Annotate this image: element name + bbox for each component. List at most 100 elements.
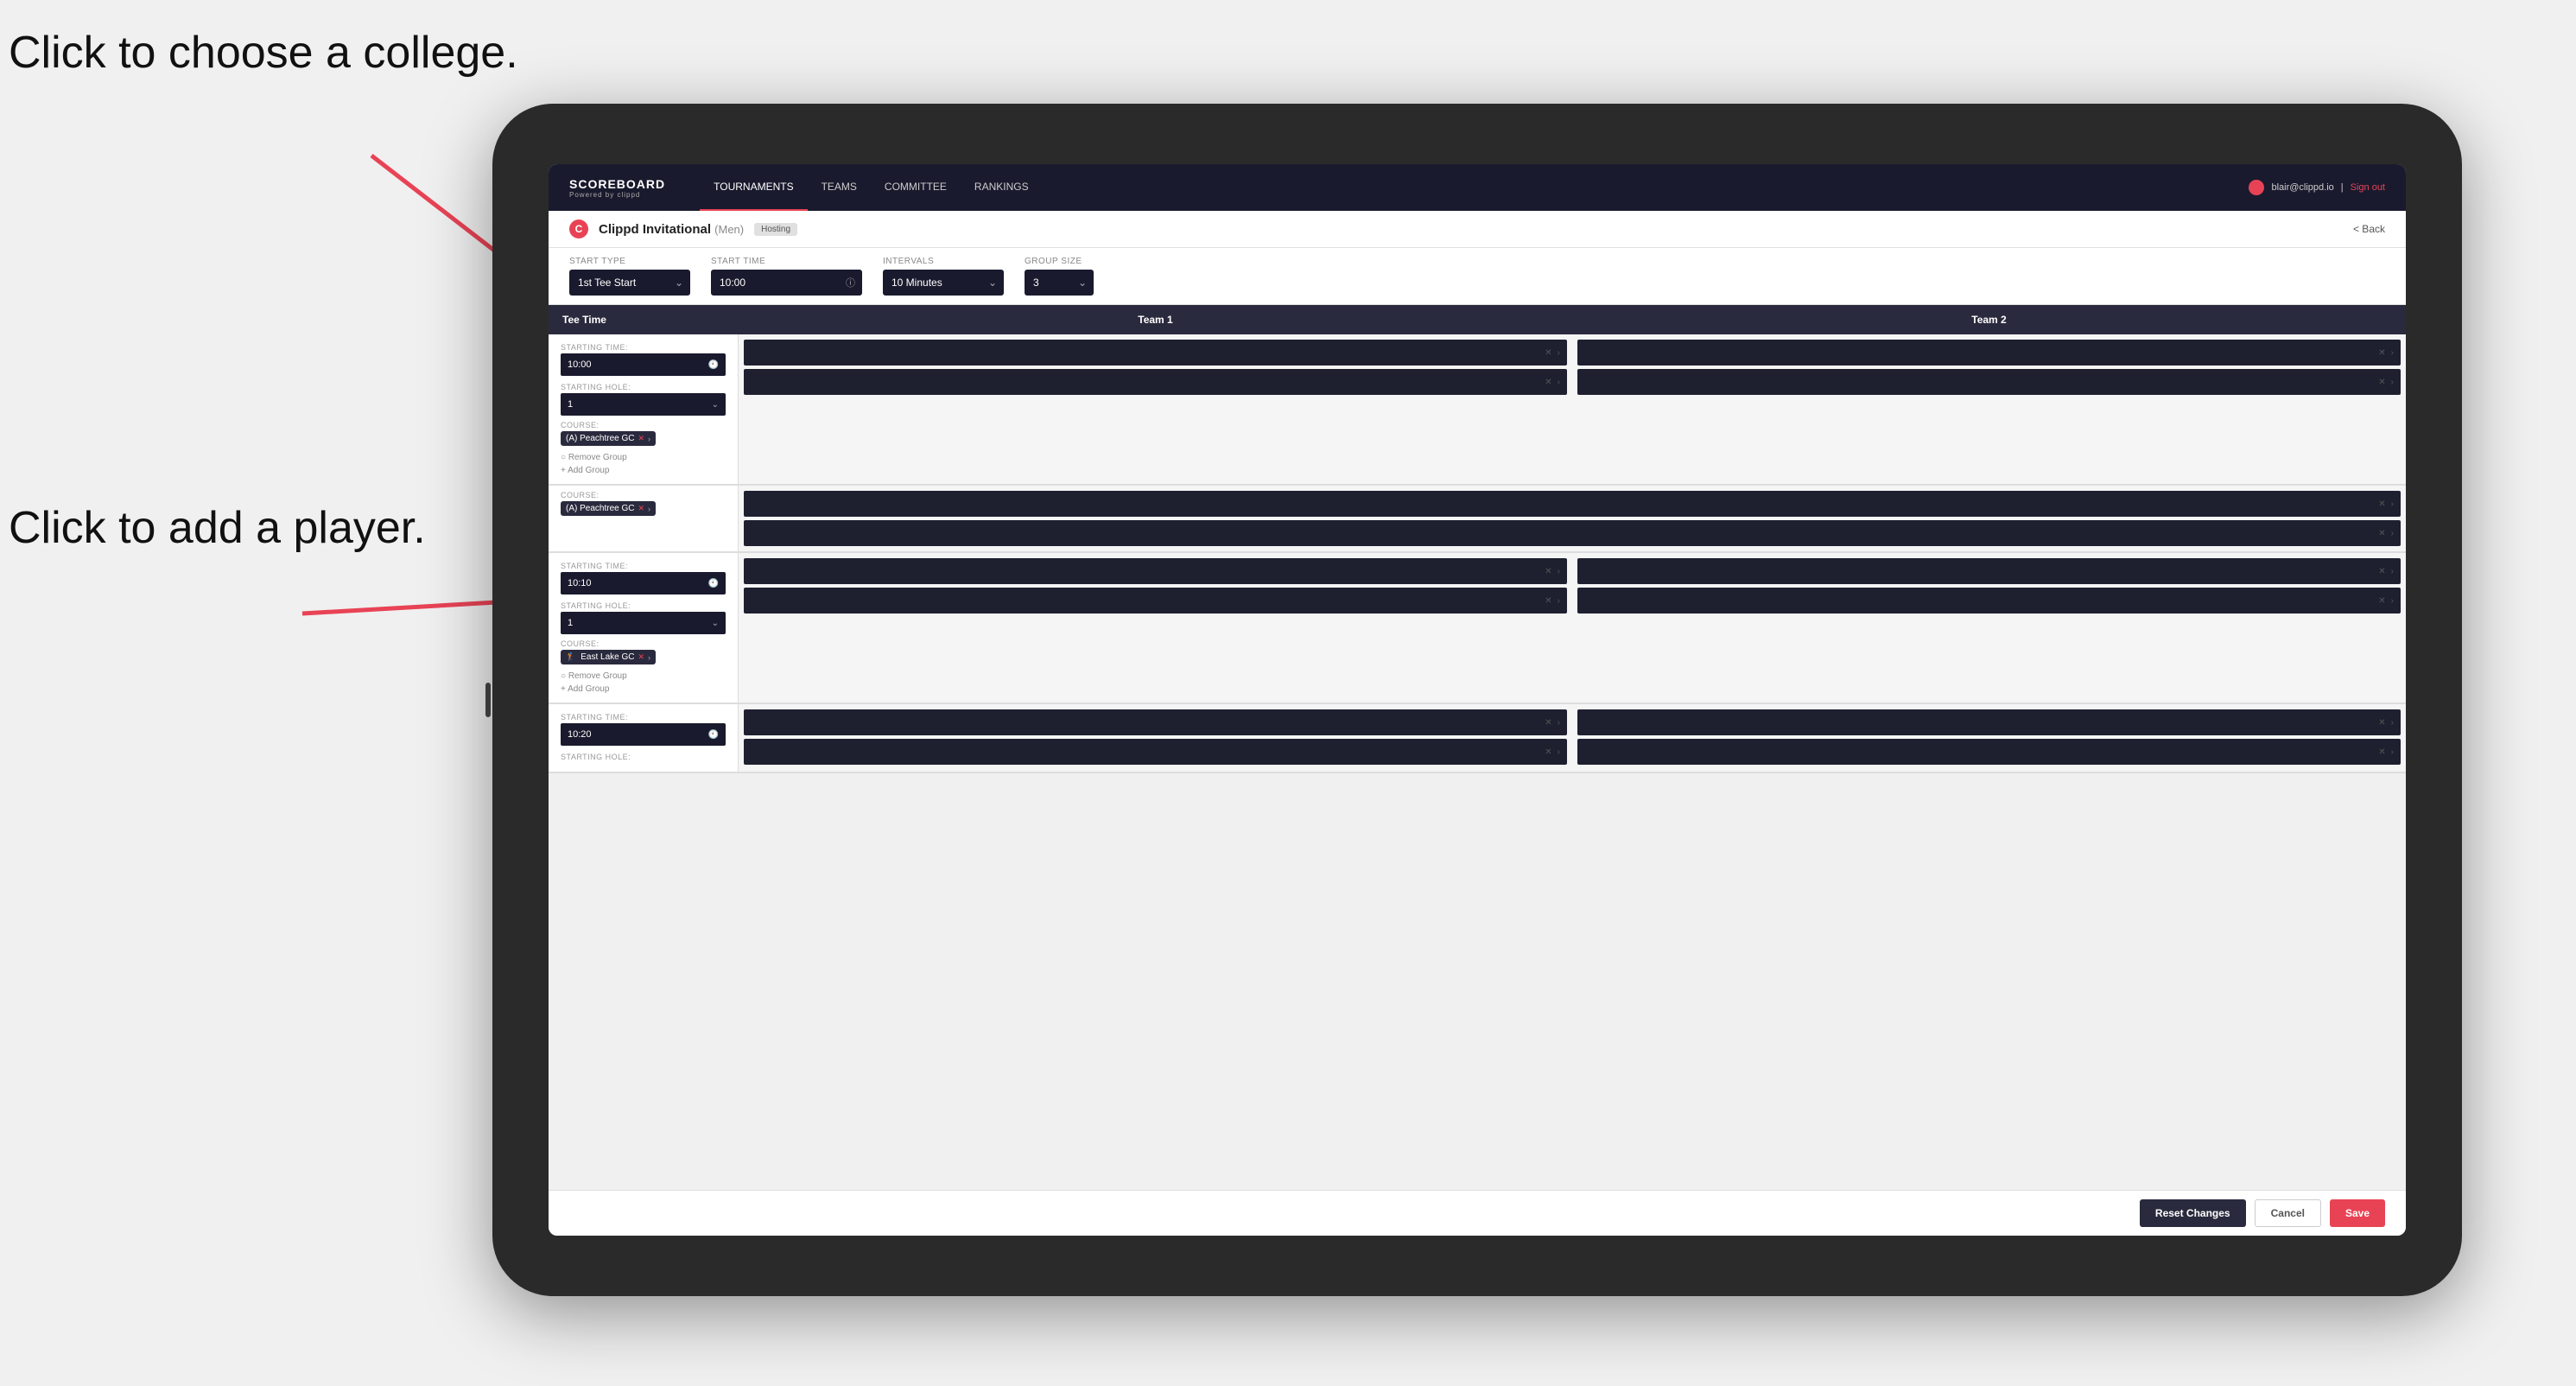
course-expand-1[interactable]: › bbox=[648, 435, 650, 443]
group-size-select-wrapper: 3 bbox=[1025, 270, 1094, 296]
slot-close-1-2[interactable]: ✕ bbox=[1545, 378, 1551, 387]
slot-g2-1-expand-1[interactable]: › bbox=[1558, 567, 1560, 576]
nav-tab-tournaments[interactable]: TOURNAMENTS bbox=[700, 164, 807, 211]
slot-g3-1-expand-1[interactable]: › bbox=[1558, 718, 1560, 728]
player-slot-2-2[interactable]: ✕ › bbox=[1577, 369, 2401, 395]
slot-g3-2-expand-2[interactable]: › bbox=[2391, 747, 2394, 757]
intervals-select[interactable]: 10 Minutes bbox=[883, 270, 1004, 296]
slot-g3-1-expand-2[interactable]: › bbox=[1558, 747, 1560, 757]
slot-g2-2-close-2[interactable]: ✕ bbox=[2378, 596, 2385, 606]
slot-g2-2-close-1[interactable]: ✕ bbox=[2378, 567, 2385, 576]
player-slot-1-1[interactable]: ✕ › bbox=[744, 340, 1567, 366]
player-slot-g2-1-1[interactable]: ✕ › bbox=[744, 558, 1567, 584]
add-group-1[interactable]: + Add Group bbox=[561, 466, 726, 475]
course-tag-1[interactable]: (A) Peachtree GC ✕ › bbox=[561, 431, 656, 446]
slot-g3-2-expand-1[interactable]: › bbox=[2391, 718, 2394, 728]
nav-tab-committee[interactable]: COMMITTEE bbox=[871, 164, 961, 211]
page-header: C Clippd Invitational (Men) Hosting < Ba… bbox=[549, 211, 2406, 248]
tablet-screen: SCOREBOARD Powered by clippd TOURNAMENTS… bbox=[549, 164, 2406, 1236]
col-team1-header: Team 1 bbox=[739, 305, 1572, 334]
course-only-remove[interactable]: ✕ bbox=[638, 504, 644, 513]
starting-hole-label-1: STARTING HOLE: bbox=[561, 383, 726, 391]
starting-time-input-1[interactable] bbox=[561, 353, 726, 376]
group-row-2: STARTING TIME: 🕙 STARTING HOLE: 1 COURSE… bbox=[549, 553, 2406, 704]
start-time-input[interactable] bbox=[711, 270, 862, 296]
slot-expand-2-2[interactable]: › bbox=[2391, 378, 2394, 387]
course-tag-only-1[interactable]: (A) Peachtree GC ✕ › bbox=[561, 501, 656, 516]
start-time-label: Start Time bbox=[711, 257, 862, 266]
remove-group-1[interactable]: ○ Remove Group bbox=[561, 453, 726, 462]
team2-col-3: ✕ › ✕ › bbox=[1572, 704, 2406, 772]
group-left-2: STARTING TIME: 🕙 STARTING HOLE: 1 COURSE… bbox=[549, 553, 739, 703]
starting-time-input-3[interactable] bbox=[561, 723, 726, 746]
slot-g3-2-close-1[interactable]: ✕ bbox=[2378, 718, 2385, 728]
starting-time-input-2[interactable] bbox=[561, 572, 726, 594]
hole-select-1[interactable]: 1 bbox=[561, 393, 726, 416]
sign-out-link[interactable]: Sign out bbox=[2351, 182, 2385, 193]
player-slot-g3-1-2[interactable]: ✕ › bbox=[744, 739, 1567, 765]
player-slot-course-2[interactable]: ✕ › bbox=[744, 520, 2401, 546]
slot-g2-1-expand-2[interactable]: › bbox=[1558, 596, 1560, 606]
slot-close-2-2[interactable]: ✕ bbox=[2378, 378, 2385, 387]
team2-col-1: ✕ › ✕ › bbox=[1572, 334, 2406, 484]
player-slot-g2-2-2[interactable]: ✕ › bbox=[1577, 588, 2401, 614]
course-expand-2[interactable]: › bbox=[648, 653, 650, 662]
clippd-logo: C bbox=[569, 219, 588, 238]
slot-close-2-1[interactable]: ✕ bbox=[2378, 348, 2385, 358]
course-tag-2[interactable]: 🏌 East Lake GC ✕ › bbox=[561, 650, 656, 664]
slot-g3-2-close-2[interactable]: ✕ bbox=[2378, 747, 2385, 757]
starting-time-label-1: STARTING TIME: bbox=[561, 343, 726, 352]
group-row-1: STARTING TIME: 🕙 STARTING HOLE: 1 COURSE… bbox=[549, 334, 2406, 486]
col-team2-header: Team 2 bbox=[1572, 305, 2406, 334]
starting-hole-select-1: 1 bbox=[561, 393, 726, 416]
player-slot-2-1[interactable]: ✕ › bbox=[1577, 340, 2401, 366]
hole-select-2[interactable]: 1 bbox=[561, 612, 726, 634]
start-type-select-wrapper: 1st Tee Start bbox=[569, 270, 690, 296]
reset-button[interactable]: Reset Changes bbox=[2140, 1199, 2246, 1227]
main-content: Tee Time Team 1 Team 2 STARTING TIME: 🕙 … bbox=[549, 305, 2406, 1190]
slot-expand-1-2[interactable]: › bbox=[1558, 378, 1560, 387]
slot-g2-2-expand-1[interactable]: › bbox=[2391, 567, 2394, 576]
slot-expand-1-1[interactable]: › bbox=[1558, 348, 1560, 358]
cancel-button[interactable]: Cancel bbox=[2255, 1199, 2321, 1227]
nav-tab-teams[interactable]: TEAMS bbox=[808, 164, 871, 211]
group-course-left-1: COURSE: (A) Peachtree GC ✕ › bbox=[549, 486, 739, 551]
time-icon-3: 🕙 bbox=[708, 730, 719, 740]
player-slot-g2-1-2[interactable]: ✕ › bbox=[744, 588, 1567, 614]
add-group-2[interactable]: + Add Group bbox=[561, 684, 726, 694]
start-type-select[interactable]: 1st Tee Start bbox=[569, 270, 690, 296]
nav-user: blair@clippd.io | Sign out bbox=[2249, 180, 2385, 195]
group-size-select[interactable]: 3 bbox=[1025, 270, 1094, 296]
course-remove-1[interactable]: ✕ bbox=[638, 434, 644, 443]
start-time-input-wrapper: ⓘ bbox=[711, 270, 862, 296]
nav-tab-rankings[interactable]: RANKINGS bbox=[961, 164, 1043, 211]
slot-expand-2-1[interactable]: › bbox=[2391, 348, 2394, 358]
slot-expand-c1[interactable]: › bbox=[2391, 499, 2394, 509]
slot-g2-2-expand-2[interactable]: › bbox=[2391, 596, 2394, 606]
player-slot-course-1[interactable]: ✕ › bbox=[744, 491, 2401, 517]
slot-expand-c2[interactable]: › bbox=[2391, 529, 2394, 538]
starting-hole-select-2: 1 bbox=[561, 612, 726, 634]
slot-g3-1-close-2[interactable]: ✕ bbox=[1545, 747, 1551, 757]
player-slot-g2-2-1[interactable]: ✕ › bbox=[1577, 558, 2401, 584]
remove-group-2[interactable]: ○ Remove Group bbox=[561, 671, 726, 681]
player-slot-g3-1-1[interactable]: ✕ › bbox=[744, 709, 1567, 735]
course-only-expand[interactable]: › bbox=[648, 505, 650, 513]
back-button[interactable]: < Back bbox=[2353, 223, 2385, 235]
slot-close-c2[interactable]: ✕ bbox=[2378, 529, 2385, 538]
group-row-3: STARTING TIME: 🕙 STARTING HOLE: ✕ › bbox=[549, 704, 2406, 773]
player-slot-g3-2-1[interactable]: ✕ › bbox=[1577, 709, 2401, 735]
slot-close-1-1[interactable]: ✕ bbox=[1545, 348, 1551, 358]
course-remove-2[interactable]: ✕ bbox=[638, 652, 644, 662]
slot-close-c1[interactable]: ✕ bbox=[2378, 499, 2385, 509]
starting-time-label-2: STARTING TIME: bbox=[561, 562, 726, 570]
slot-g2-1-close-2[interactable]: ✕ bbox=[1545, 596, 1551, 606]
time-icon-1: 🕙 bbox=[708, 360, 719, 370]
player-slot-g3-2-2[interactable]: ✕ › bbox=[1577, 739, 2401, 765]
save-button[interactable]: Save bbox=[2330, 1199, 2385, 1227]
slot-g3-1-close-1[interactable]: ✕ bbox=[1545, 718, 1551, 728]
intervals-group: Intervals 10 Minutes bbox=[883, 257, 1004, 296]
course-tag-label-2: East Lake GC bbox=[581, 652, 634, 662]
slot-g2-1-close-1[interactable]: ✕ bbox=[1545, 567, 1551, 576]
player-slot-1-2[interactable]: ✕ › bbox=[744, 369, 1567, 395]
